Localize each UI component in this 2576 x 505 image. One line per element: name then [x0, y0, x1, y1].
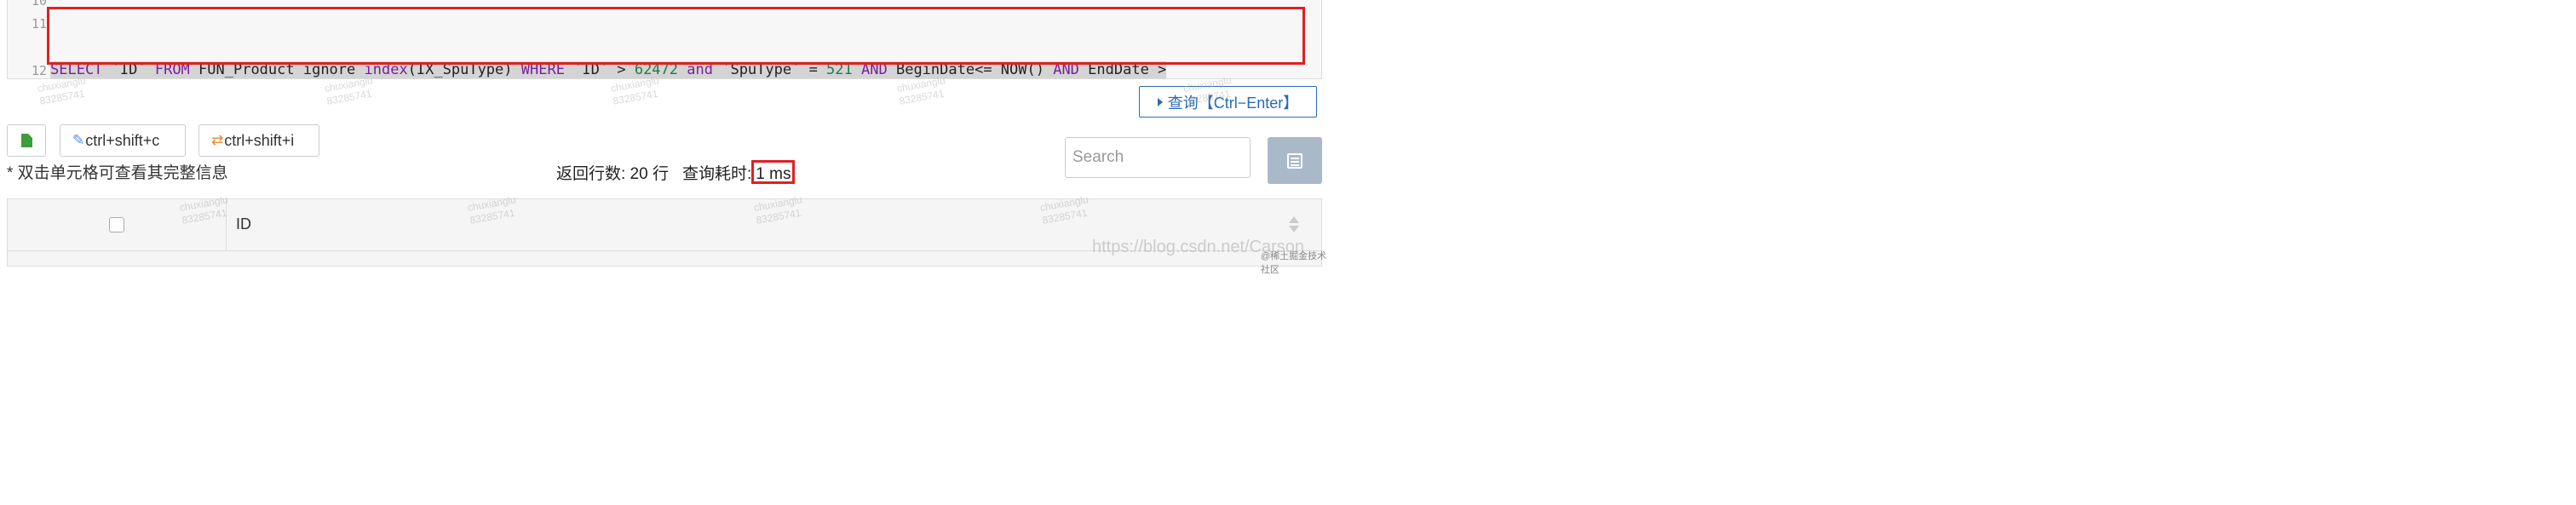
search-input[interactable]: Search — [1065, 137, 1251, 178]
user-watermark: chuxianglu 83285741 — [609, 74, 660, 107]
user-watermark: chuxianglu 83285741 — [895, 74, 946, 107]
play-icon — [1157, 97, 1163, 106]
run-query-label: 查询【Ctrl−Enter】 — [1167, 94, 1299, 112]
format-sql-button[interactable]: ✎ ctrl+shift+c — [60, 124, 186, 157]
edit-icon: ✎ — [72, 132, 85, 148]
column-toggle-button[interactable] — [1268, 137, 1322, 184]
select-all-checkbox[interactable] — [109, 217, 124, 232]
line-number: 11 — [31, 16, 47, 32]
swap-button[interactable]: ⇄ ctrl+shift+i — [198, 124, 319, 157]
list-icon — [1287, 152, 1302, 169]
line-number: 12 — [31, 63, 47, 78]
file-icon — [20, 134, 32, 147]
rows-returned: 返回行数: 20 行 — [556, 164, 669, 183]
editor-gutter: 10 11 12 — [8, 0, 50, 78]
query-stats: 返回行数: 20 行 查询耗时: 1 ms — [556, 160, 796, 184]
user-watermark: chuxianglu 83285741 — [36, 74, 87, 107]
swap-label: ctrl+shift+i — [224, 131, 295, 149]
select-all-header — [8, 199, 227, 250]
run-query-button[interactable]: 查询【Ctrl−Enter】 — [1139, 86, 1317, 118]
corner-watermark: @稀土掘金技术社区 — [1261, 251, 1327, 275]
new-file-button[interactable] — [7, 124, 46, 157]
user-watermark: chuxianglu 83285741 — [323, 74, 374, 107]
sort-icon[interactable] — [1289, 215, 1299, 235]
query-time-value: 1 ms — [751, 160, 796, 184]
cell-hint-text: * 双击单元格可查看其完整信息 — [7, 164, 228, 182]
sql-highlight-box — [47, 7, 1305, 65]
format-sql-label: ctrl+shift+c — [85, 131, 160, 149]
swap-arrows-icon: ⇄ — [211, 132, 224, 148]
column-header-id[interactable]: ID — [236, 215, 251, 233]
query-time-label: 查询耗时: — [681, 164, 752, 183]
line-number: 10 — [31, 0, 47, 9]
